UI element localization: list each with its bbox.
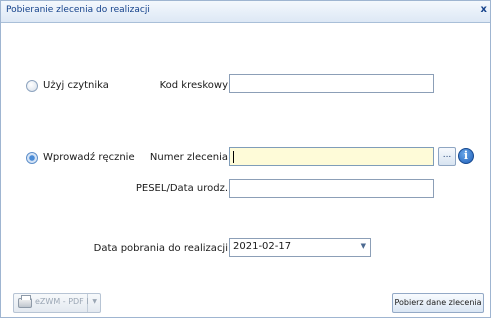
dialog-window: Pobieranie zlecenia do realizacji x Użyj…	[0, 0, 491, 318]
title-bar[interactable]: Pobieranie zlecenia do realizacji x	[1, 1, 490, 23]
fetch-date-value: 2021-02-17	[233, 241, 292, 252]
print-button[interactable]: eZWM - PDF I	[14, 294, 89, 312]
barcode-label: Kod kreskowy	[159, 80, 228, 91]
window-title: Pobieranie zlecenia do realizacji	[6, 5, 150, 15]
browse-button[interactable]: ...	[438, 147, 456, 166]
print-split-button[interactable]: eZWM - PDF I ▼	[13, 293, 101, 313]
footer-bar: eZWM - PDF I ▼ Pobierz dane zlecenia	[1, 285, 490, 317]
barcode-input[interactable]	[229, 74, 434, 93]
chevron-down-icon[interactable]: ▼	[361, 242, 366, 250]
chevron-down-icon[interactable]: ▼	[92, 298, 97, 305]
fetch-date-label: Data pobrania do realizacji	[93, 243, 228, 254]
pesel-input[interactable]	[229, 179, 434, 198]
radio-use-scanner[interactable]	[26, 80, 38, 92]
print-button-label: eZWM - PDF I	[35, 297, 89, 306]
pesel-label: PESEL/Data urodz.	[135, 183, 228, 194]
info-icon[interactable]: i	[458, 148, 474, 164]
text-caret	[233, 151, 234, 163]
fetch-order-button[interactable]: Pobierz dane zlecenia	[392, 293, 484, 313]
close-icon[interactable]: x	[481, 4, 487, 15]
radio-use-scanner-label[interactable]: Użyj czytnika	[43, 80, 109, 91]
radio-manual-entry[interactable]	[26, 152, 38, 164]
order-number-label: Numer zlecenia	[149, 152, 228, 163]
printer-icon	[18, 295, 32, 308]
form-panel: Użyj czytnika Kod kreskowy Wprowadź ręcz…	[10, 29, 490, 264]
fetch-date-picker[interactable]: 2021-02-17 ▼	[229, 238, 371, 257]
order-number-input[interactable]	[229, 147, 434, 166]
